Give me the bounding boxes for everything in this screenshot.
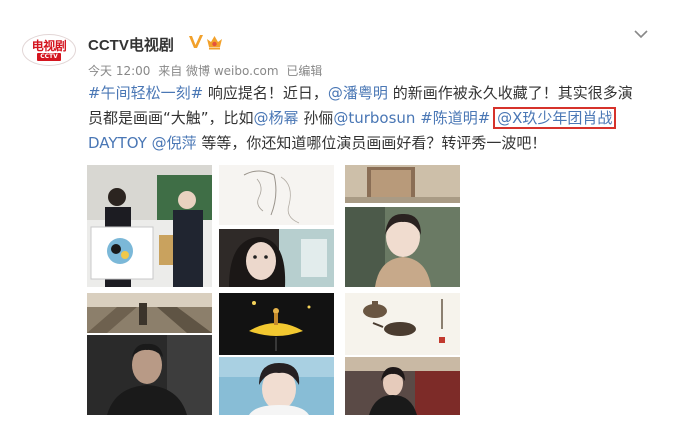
photo-award-ceremony[interactable] — [87, 165, 212, 287]
post-text-segment: 等等，你还知道哪位演员画画好看？转评秀一波吧！ — [196, 134, 547, 152]
photo-night-illustration[interactable] — [219, 293, 334, 355]
photo-actress-gala[interactable] — [345, 357, 460, 415]
avatar-logo-text: 电视剧 — [31, 38, 67, 53]
post-text-segment: 响应提名！近日， — [203, 84, 328, 102]
account-name[interactable]: CCTV电视剧 — [88, 34, 174, 55]
post-meta: 今天 12:00 来自 微博 weibo.com 已编辑 — [88, 62, 326, 79]
hashtag-link[interactable]: #午间轻松一刻# — [88, 84, 203, 102]
photo-sketch-drawing[interactable] — [219, 165, 334, 225]
post-line-1: #午间轻松一刻# 响应提名！近日，@潘粤明 的新画作被永久收藏了！其实很多演 — [88, 81, 663, 106]
highlighted-mention-link[interactable]: @X玖少年团肖战 — [493, 107, 617, 129]
photo-short-hair-actress[interactable] — [345, 207, 460, 287]
post-text-segment: 的新画作被永久收藏了！其实很多演 — [387, 84, 633, 102]
avatar-logo-subtext: CCTV — [37, 52, 61, 61]
hashtag-link[interactable]: #陈道明# — [420, 109, 490, 127]
mention-link[interactable]: DAYTOY — [88, 134, 147, 152]
photo-street-painting[interactable] — [87, 293, 212, 333]
mention-link[interactable]: @倪萍 — [152, 134, 197, 152]
post-body: #午间轻松一刻# 响应提名！近日，@潘粤明 的新画作被永久收藏了！其实很多演 员… — [88, 81, 663, 156]
post-line-3: DAYTOY @倪萍 等等，你还知道哪位演员画画好看？转评秀一波吧！ — [88, 131, 663, 156]
post-text-segment: 孙俪 — [298, 109, 334, 127]
photo-actor-dark-portrait[interactable] — [87, 335, 212, 415]
vip-icon[interactable] — [205, 34, 224, 51]
mention-link[interactable]: @turbosun — [333, 109, 415, 127]
post-time: 今天 12:00 — [88, 64, 151, 78]
post-line-2: 员都是画画“大触”，比如@杨幂 孙俪@turbosun #陈道明# @X玖少年团… — [88, 106, 663, 131]
post-edited-label[interactable]: 已编辑 — [286, 64, 322, 78]
photo-teapot-ink-painting[interactable] — [345, 293, 460, 355]
photo-actress-portrait[interactable] — [219, 229, 334, 287]
account-avatar[interactable]: 电视剧 CCTV — [22, 34, 76, 66]
photo-young-actor[interactable] — [219, 357, 334, 415]
post-source[interactable]: 来自 微博 weibo.com — [158, 64, 278, 78]
mention-link[interactable]: @杨幂 — [254, 109, 299, 127]
chevron-down-icon[interactable] — [633, 28, 649, 40]
mention-link[interactable]: @潘粤明 — [328, 84, 388, 102]
post-text-segment: 员都是画画“大触”，比如 — [88, 109, 254, 127]
photo-framed-painting[interactable] — [345, 165, 460, 203]
verified-v-icon — [189, 35, 203, 48]
